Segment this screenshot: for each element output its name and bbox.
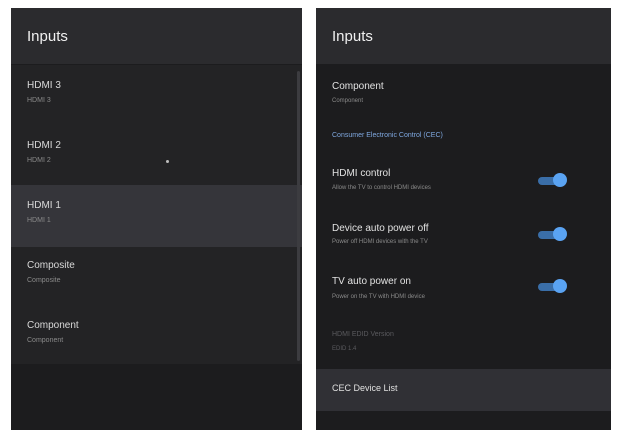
panel-title: Inputs bbox=[316, 8, 611, 64]
device-auto-power-off-toggle[interactable] bbox=[538, 227, 567, 241]
toggle-knob bbox=[553, 227, 567, 241]
list-item-hdmi1[interactable]: HDMI 1 HDMI 1 bbox=[11, 185, 302, 247]
item-title: HDMI 3 bbox=[27, 80, 61, 91]
item-subtitle: HDMI 2 bbox=[27, 157, 51, 164]
item-subtitle: Composite bbox=[27, 277, 61, 284]
inputs-panel-left: Inputs HDMI 3 HDMI 3 HDMI 2 HDMI 2 HDMI … bbox=[11, 8, 302, 430]
inputs-panel-right: Inputs Component Component Consumer Elec… bbox=[316, 8, 611, 430]
item-title: TV auto power on bbox=[332, 276, 411, 287]
list-item-hdmi2[interactable]: HDMI 2 HDMI 2 bbox=[11, 125, 302, 187]
list-item-hdmi3[interactable]: HDMI 3 HDMI 3 bbox=[11, 65, 302, 127]
item-title: HDMI EDID Version bbox=[332, 331, 394, 338]
item-subtitle: Power on the TV with HDMI device bbox=[332, 294, 425, 300]
panel-title: Inputs bbox=[11, 8, 302, 64]
toggle-knob bbox=[553, 173, 567, 187]
item-title: HDMI 2 bbox=[27, 140, 61, 151]
scrollbar[interactable] bbox=[297, 71, 300, 361]
item-title: CEC Device List bbox=[332, 383, 398, 393]
list-item-component[interactable]: Component Component bbox=[11, 305, 302, 367]
item-subtitle: Allow the TV to control HDMI devices bbox=[332, 185, 431, 191]
item-title: Component bbox=[27, 320, 79, 331]
toggle-knob bbox=[553, 279, 567, 293]
cec-section-header: Consumer Electronic Control (CEC) bbox=[332, 132, 443, 139]
list-item-composite[interactable]: Composite Composite bbox=[11, 245, 302, 307]
item-subtitle: Power off HDMI devices with the TV bbox=[332, 239, 428, 245]
hdmi-control-toggle[interactable] bbox=[538, 173, 567, 187]
item-title: Composite bbox=[27, 260, 75, 271]
item-title: Component bbox=[332, 81, 384, 92]
item-subtitle: Component bbox=[332, 98, 364, 104]
item-subtitle: HDMI 3 bbox=[27, 97, 51, 104]
item-title: HDMI control bbox=[332, 168, 391, 179]
inputs-list: HDMI 3 HDMI 3 HDMI 2 HDMI 2 HDMI 1 HDMI … bbox=[11, 65, 302, 364]
cursor-dot bbox=[166, 160, 169, 163]
item-title: HDMI 1 bbox=[27, 200, 61, 211]
item-title: Device auto power off bbox=[332, 223, 429, 234]
item-subtitle: Component bbox=[27, 337, 64, 344]
item-subtitle: EDID 1.4 bbox=[332, 346, 357, 352]
cec-device-list-row[interactable]: CEC Device List bbox=[316, 369, 611, 411]
tv-auto-power-on-toggle[interactable] bbox=[538, 279, 567, 293]
item-subtitle: HDMI 1 bbox=[27, 217, 51, 224]
